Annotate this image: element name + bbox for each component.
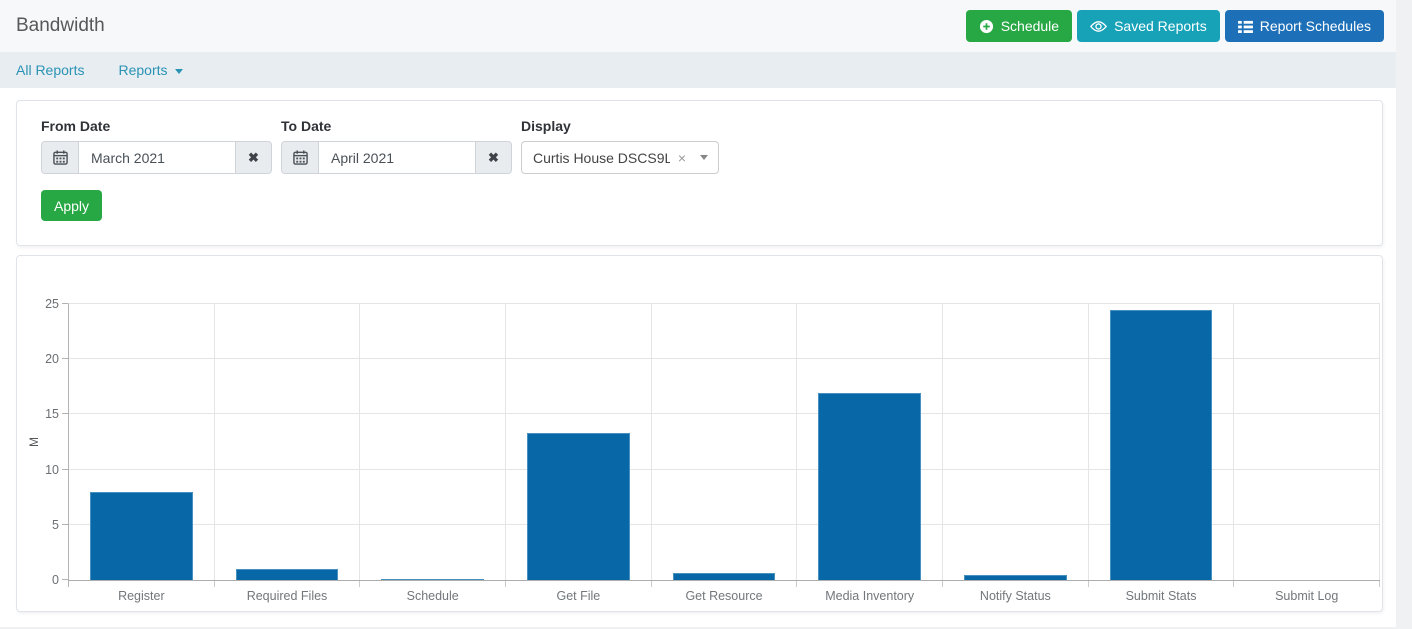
report-schedules-button[interactable]: Report Schedules (1225, 10, 1384, 42)
calendar-icon[interactable] (41, 141, 78, 174)
bar-submit-stats (1110, 310, 1213, 580)
filter-row: From Date ✖ To Date (41, 118, 1358, 174)
calendar-icon[interactable] (281, 141, 318, 174)
caret-down-icon (175, 69, 183, 74)
header-actions: Schedule Saved Reports Report Schedules (966, 10, 1384, 42)
from-date-input-group: ✖ (41, 141, 272, 174)
page-title: Bandwidth (16, 15, 105, 37)
saved-reports-button-label: Saved Reports (1114, 18, 1207, 34)
from-date-input[interactable] (78, 141, 236, 174)
display-select[interactable]: Curtis House DSCS9L × (521, 141, 719, 174)
bandwidth-chart-card: M 0510152025RegisterRequired FilesSchedu… (16, 255, 1383, 612)
chart-category-slot: Get Resource (652, 304, 798, 580)
chart-slots: RegisterRequired FilesScheduleGet FileGe… (69, 304, 1380, 580)
from-date-filter: From Date ✖ (41, 118, 272, 174)
bar-get-resource (673, 573, 776, 580)
display-select-value: Curtis House DSCS9L (533, 150, 670, 166)
chart-plot: M 0510152025RegisterRequired FilesSchedu… (68, 303, 1380, 581)
bar-get-file (527, 433, 630, 580)
from-date-clear-icon[interactable]: ✖ (236, 141, 272, 174)
eye-icon (1090, 20, 1107, 33)
schedule-button[interactable]: Schedule (966, 10, 1072, 42)
x-category-label: Submit Log (1214, 580, 1399, 603)
bar-register (90, 492, 193, 580)
bar-required-files (236, 569, 339, 580)
chart-category-slot: Media Inventory (797, 304, 943, 580)
main-content: From Date ✖ To Date (0, 88, 1396, 627)
chart-category-slot: Required Files (215, 304, 361, 580)
from-date-label: From Date (41, 118, 272, 134)
nav-item-label: All Reports (16, 62, 84, 78)
filter-panel: From Date ✖ To Date (16, 100, 1383, 246)
y-tick-label: 15 (45, 407, 59, 421)
saved-reports-button[interactable]: Saved Reports (1077, 10, 1220, 42)
display-filter: Display Curtis House DSCS9L × (521, 118, 719, 174)
to-date-clear-icon[interactable]: ✖ (476, 141, 512, 174)
y-tick-mark (62, 303, 68, 304)
report-schedules-button-label: Report Schedules (1260, 18, 1371, 34)
y-axis-title: M (27, 437, 41, 447)
bar-media-inventory (818, 393, 921, 580)
plus-circle-icon (979, 19, 994, 34)
schedule-button-label: Schedule (1001, 18, 1059, 34)
to-date-input-group: ✖ (281, 141, 512, 174)
reports-navbar: All Reports Reports (0, 52, 1396, 88)
y-tick-label: 20 (45, 352, 59, 366)
y-tick-mark (62, 524, 68, 525)
page-header: Bandwidth Schedule Saved Reports Report … (0, 0, 1396, 52)
chart-category-slot: Submit Stats (1089, 304, 1235, 580)
y-tick-label: 10 (45, 463, 59, 477)
y-tick-label: 5 (52, 518, 59, 532)
chart-category-slot: Submit Log (1234, 304, 1380, 580)
caret-down-icon (700, 155, 708, 160)
nav-item-label: Reports (118, 62, 167, 78)
apply-button[interactable]: Apply (41, 190, 102, 221)
y-tick-label: 25 (45, 297, 59, 311)
y-tick-mark (62, 358, 68, 359)
to-date-input[interactable] (318, 141, 476, 174)
to-date-filter: To Date ✖ (281, 118, 512, 174)
y-tick-mark (62, 469, 68, 470)
to-date-label: To Date (281, 118, 512, 134)
table-list-icon (1238, 20, 1253, 33)
nav-item-all-reports[interactable]: All Reports (16, 62, 84, 78)
chart-category-slot: Notify Status (943, 304, 1089, 580)
app-container: Bandwidth Schedule Saved Reports Report … (0, 0, 1396, 627)
y-tick-mark (62, 413, 68, 414)
nav-item-reports-dropdown[interactable]: Reports (118, 62, 182, 78)
display-label: Display (521, 118, 719, 134)
chart-category-slot: Get File (506, 304, 652, 580)
remove-selection-icon[interactable]: × (678, 150, 686, 166)
chart-category-slot: Register (69, 304, 215, 580)
chart-category-slot: Schedule (360, 304, 506, 580)
